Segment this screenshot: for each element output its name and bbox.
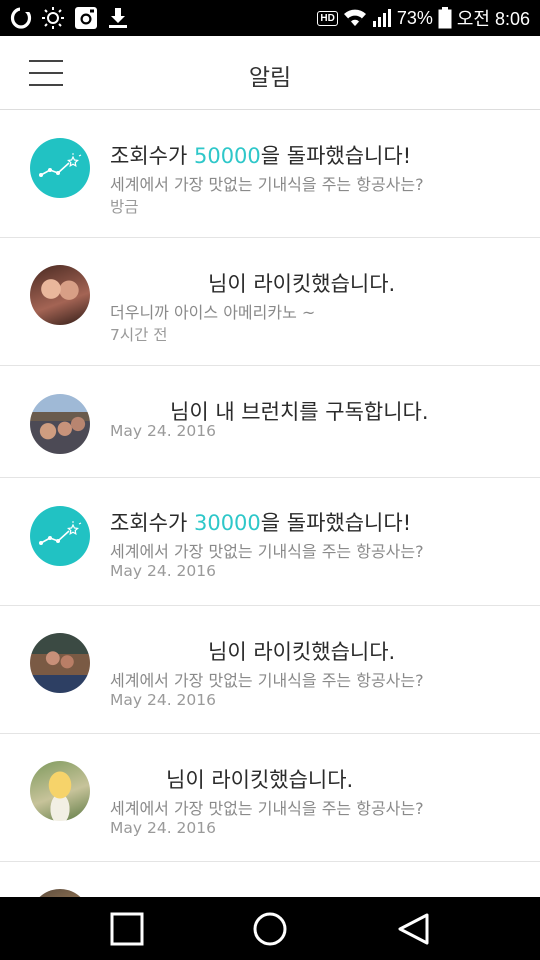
notification-message: 조회수가 50000을 돌파했습니다! — [110, 140, 411, 170]
page-title: 알림 — [248, 65, 292, 91]
notification-item[interactable]: 님이 라이킷했습니다. 세계에서 가장 맛없는 기내식을 주는 항공사는? Ma… — [0, 734, 540, 862]
opera-icon — [10, 7, 32, 29]
notification-subtitle: 세계에서 가장 맛없는 기내식을 주는 항공사는? — [110, 175, 424, 194]
message-prefix: 조회수가 — [110, 144, 194, 168]
message-prefix: 조회수가 — [110, 511, 194, 535]
notification-list: 조회수가 50000을 돌파했습니다! 세계에서 가장 맛없는 기내식을 주는 … — [0, 110, 540, 897]
user-avatar — [30, 633, 90, 693]
message-suffix: 을 돌파했습니다! — [260, 144, 412, 168]
clock: 오전 8:06 — [456, 9, 530, 29]
hd-icon: HD — [317, 10, 338, 26]
notification-time: May 24. 2016 — [110, 819, 216, 837]
chart-star-icon — [30, 138, 90, 198]
instagram-icon — [74, 6, 98, 30]
notification-message: 님이 라이킷했습니다. — [208, 272, 396, 296]
brightness-icon — [41, 6, 65, 30]
view-count: 50000 — [193, 144, 261, 168]
user-avatar — [30, 265, 90, 325]
user-avatar — [30, 394, 90, 454]
notification-item[interactable]: 조회수가 50000을 돌파했습니다! 세계에서 가장 맛없는 기내식을 주는 … — [0, 110, 540, 238]
user-avatar — [30, 761, 90, 821]
notification-message: 님이 라이킷했습니다. — [208, 640, 396, 664]
user-avatar — [30, 889, 90, 897]
wifi-icon — [343, 8, 367, 28]
battery-icon — [438, 7, 452, 29]
signal-icon — [372, 8, 392, 28]
notification-subtitle: 더우니까 아이스 아메리카노 ~ — [110, 303, 316, 322]
notification-time: May 24. 2016 — [110, 422, 216, 440]
notification-time: 방금 — [110, 198, 139, 216]
view-count: 30000 — [193, 511, 261, 535]
recent-apps-icon[interactable] — [109, 911, 145, 947]
home-icon[interactable] — [252, 911, 288, 947]
status-bar: HD 73% 오전 8:06 — [0, 0, 540, 36]
back-icon[interactable] — [396, 911, 432, 947]
notification-subtitle: 세계에서 가장 맛없는 기내식을 주는 항공사는? — [110, 671, 424, 690]
notification-item[interactable]: 조회수가 30000을 돌파했습니다! 세계에서 가장 맛없는 기내식을 주는 … — [0, 478, 540, 606]
notification-item[interactable]: 님이 내 브런치를 구독합니다. May 24. 2016 — [0, 366, 540, 478]
notification-item[interactable]: 님이 라이킷했습니다. 더우니까 아이스 아메리카노 ~ 7시간 전 — [0, 238, 540, 366]
notification-subtitle: 세계에서 가장 맛없는 기내식을 주는 항공사는? — [110, 542, 424, 561]
notification-item[interactable]: 님이 라이킷했습니다. 세계에서 가장 맛없는 기내식을 주는 항공사는? Ma… — [0, 606, 540, 734]
battery-percent: 73% — [396, 7, 433, 28]
message-suffix: 을 돌파했습니다! — [260, 511, 412, 535]
chart-star-icon — [30, 506, 90, 566]
notification-time: May 24. 2016 — [110, 691, 216, 709]
notification-time: 7시간 전 — [110, 326, 168, 344]
app-header: 알림 — [0, 36, 540, 110]
status-bar-right: HD 73% 오전 8:06 — [317, 5, 530, 31]
notification-message: 님이 라이킷했습니다. — [166, 768, 354, 792]
status-bar-left — [10, 6, 129, 30]
navigation-bar — [0, 897, 540, 960]
notification-time: May 24. 2016 — [110, 562, 216, 580]
notification-item[interactable] — [0, 862, 540, 897]
notification-message: 조회수가 30000을 돌파했습니다! — [110, 507, 411, 537]
download-icon — [107, 7, 129, 29]
notification-subtitle: 세계에서 가장 맛없는 기내식을 주는 항공사는? — [110, 799, 424, 818]
